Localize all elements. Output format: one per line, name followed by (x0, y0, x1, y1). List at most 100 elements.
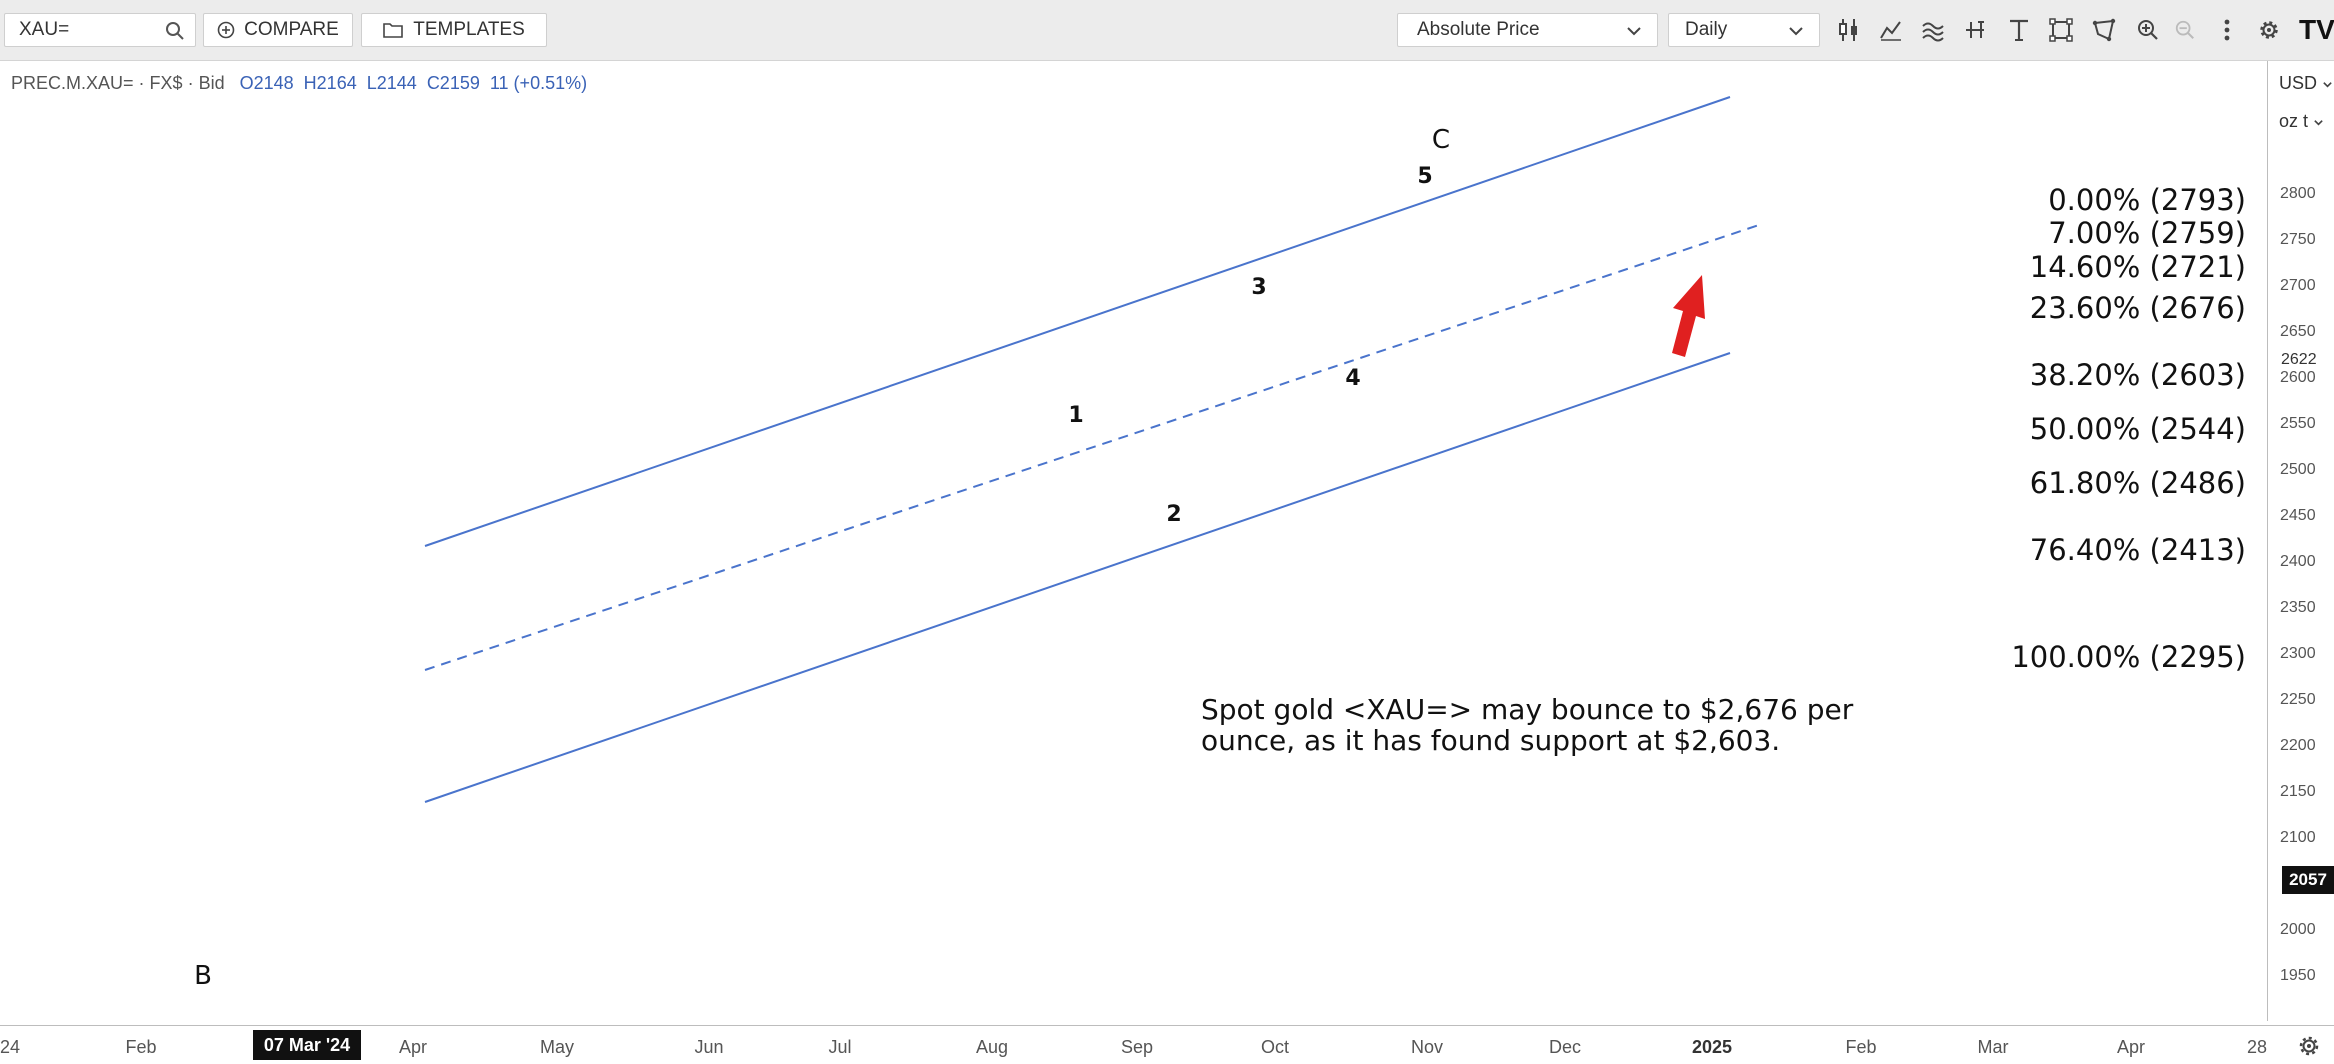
compare-label: COMPARE (244, 19, 339, 40)
pattern-icon[interactable] (2091, 16, 2117, 44)
price-tick: 2800 (2280, 185, 2316, 202)
low-value: L2144 (366, 73, 417, 93)
currency-select[interactable]: USD (2279, 73, 2333, 94)
chevron-down-icon (2323, 82, 2332, 88)
time-tick: Dec (1548, 1037, 1582, 1057)
price-tick: 1950 (2280, 967, 2316, 984)
fib-label-50: 50.00% (2544) (2029, 412, 2246, 446)
drawing-lines-icon[interactable] (1962, 16, 1988, 44)
wave-label-4: 4 (1345, 366, 1361, 391)
zoom-in-icon[interactable] (2135, 16, 2161, 44)
wave-label-b: B (194, 961, 212, 991)
wave-label-2: 2 (1166, 502, 1182, 527)
time-tick: Mar (1977, 1037, 2009, 1057)
folder-icon (383, 23, 404, 38)
channel-middle-line (424, 223, 1763, 671)
price-mode-value: Absolute Price (1417, 19, 1540, 40)
close-value: C2159 (426, 73, 480, 93)
price-mode-select[interactable]: Absolute Price (1397, 13, 1658, 47)
open-value: O2148 (239, 73, 294, 93)
price-tick: 2700 (2280, 277, 2316, 294)
price-tick: 2750 (2280, 231, 2316, 248)
price-marker-2622: 2622 (2281, 351, 2317, 368)
time-tick: 28 (2246, 1037, 2268, 1057)
annotation-line-1: Spot gold <XAU=> may bounce to $2,676 pe… (1201, 693, 1854, 726)
compare-button[interactable]: COMPARE (203, 13, 353, 47)
price-tick: 2150 (2280, 783, 2316, 800)
templates-label: TEMPLATES (413, 19, 525, 40)
time-tick: Apr (2116, 1037, 2146, 1057)
chevron-down-icon (1627, 27, 1641, 36)
annotation-line-2: ounce, as it has found support at $2,603… (1201, 724, 1781, 757)
wave-label-3: 3 (1251, 275, 1267, 300)
symbol-search-input[interactable]: XAU= (4, 13, 196, 47)
wave-label-1: 1 (1068, 403, 1084, 428)
price-tick: 2500 (2280, 461, 2316, 478)
time-tick: May (539, 1037, 575, 1057)
fib-label-38-2: 38.20% (2603) (2029, 358, 2246, 392)
price-tick: 2200 (2280, 737, 2316, 754)
time-tick: Aug (975, 1037, 1009, 1057)
time-tick: Oct (1260, 1037, 1290, 1057)
chevron-down-icon (1789, 27, 1803, 36)
price-tick: 2100 (2280, 829, 2316, 846)
interval-select[interactable]: Daily (1668, 13, 1820, 47)
brand-logo-text: TV (2299, 16, 2334, 44)
price-tick: 2400 (2280, 553, 2316, 570)
time-tick: Nov (1410, 1037, 1444, 1057)
price-field: Bid (198, 73, 225, 93)
price-tick: 2550 (2280, 415, 2316, 432)
fib-label-7: 7.00% (2759) (2048, 216, 2246, 250)
instrument-name: PREC.M.XAU= (11, 73, 134, 93)
time-tick: Jul (828, 1037, 852, 1057)
more-options-icon[interactable] (2214, 16, 2240, 44)
currency-code: FX$ (149, 73, 183, 93)
time-tick-year: 2025 (1691, 1037, 1733, 1057)
top-toolbar: XAU= COMPARE TEMPLATES Absolute Price Da… (0, 0, 2334, 61)
time-tick: Feb (1845, 1037, 1877, 1057)
zoom-out-icon[interactable] (2172, 16, 2198, 44)
time-tick: 24 (0, 1037, 21, 1057)
time-tick: Jun (694, 1037, 724, 1057)
candlestick-style-icon[interactable] (1836, 16, 1862, 44)
interval-value: Daily (1685, 19, 1728, 40)
chart-annotation: Spot gold <XAU=> may bounce to $2,676 pe… (1201, 694, 1853, 756)
chart-app: XAU= COMPARE TEMPLATES Absolute Price Da… (0, 0, 2334, 1064)
change-value: 11 (+0.51%) (489, 73, 588, 93)
templates-button[interactable]: TEMPLATES (361, 13, 547, 47)
last-price-badge: 2057 (2282, 866, 2334, 894)
up-arrow-icon (1672, 275, 1705, 357)
time-tick: Sep (1120, 1037, 1154, 1057)
shapes-icon[interactable] (2048, 16, 2074, 44)
price-tick: 2450 (2280, 507, 2316, 524)
time-tick: Apr (398, 1037, 428, 1057)
fib-label-61-8: 61.80% (2486) (2029, 466, 2246, 500)
price-tick: 2600 (2280, 369, 2316, 386)
settings-icon[interactable] (2256, 16, 2282, 44)
chart-plot-area[interactable] (0, 61, 2268, 1025)
ohlc-legend: PREC.M.XAU= · FX$ · Bid O2148 H2164 L214… (11, 73, 588, 93)
unit-select[interactable]: oz t (2279, 111, 2324, 132)
crosshair-date-label: 07 Mar '24 (253, 1030, 361, 1060)
price-tick: 2300 (2280, 645, 2316, 662)
indicators-icon[interactable] (1878, 16, 1904, 44)
price-tick: 2250 (2280, 691, 2316, 708)
fib-label-100: 100.00% (2295) (2011, 640, 2246, 674)
wave-label-c: C (1431, 125, 1451, 155)
axis-settings-icon[interactable] (2297, 1034, 2321, 1058)
price-tick: 2650 (2280, 323, 2316, 340)
time-tick: Feb (125, 1037, 157, 1057)
brand-logo: TV (2299, 16, 2334, 44)
fib-label-23-6: 23.60% (2676) (2029, 291, 2246, 325)
fib-label-14-6: 14.60% (2721) (2029, 250, 2246, 284)
price-tick: 2000 (2280, 921, 2316, 938)
price-tick: 2350 (2280, 599, 2316, 616)
text-tool-icon[interactable] (2006, 16, 2032, 44)
channel-upper-line (424, 96, 1731, 547)
wave-label-5: 5 (1417, 164, 1433, 189)
high-value: H2164 (303, 73, 357, 93)
fib-label-0: 0.00% (2793) (2048, 183, 2246, 217)
search-icon[interactable] (165, 21, 185, 41)
add-circle-icon (217, 21, 235, 39)
studies-icon[interactable] (1920, 16, 1946, 44)
